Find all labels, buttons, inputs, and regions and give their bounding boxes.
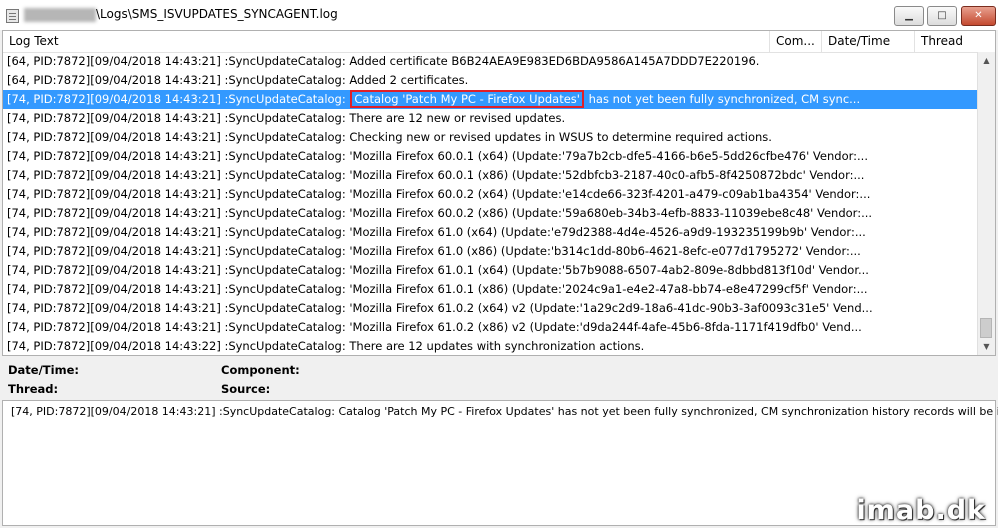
log-list[interactable]: Log Text Com... Date/Time Thread [64, PI… [2,30,996,356]
log-row[interactable]: [64, PID:7872][09/04/2018 14:43:21] :Syn… [3,52,979,71]
scroll-thumb[interactable] [980,318,992,338]
detail-text: [74, PID:7872][09/04/2018 14:43:21] :Syn… [11,405,998,418]
window-title: \Logs\SMS_ISVUPDATES_SYNCAGENT.log [96,7,338,21]
log-row[interactable]: [74, PID:7872][09/04/2018 14:43:21] :Syn… [3,185,979,204]
column-header-thread[interactable]: Thread [915,31,979,52]
detail-pane[interactable]: [74, PID:7872][09/04/2018 14:43:21] :Syn… [2,400,998,526]
log-row[interactable]: [74, PID:7872][09/04/2018 14:43:21] :Syn… [3,223,979,242]
highlighted-catalog-text: Catalog 'Patch My PC - Firefox Updates' [350,90,584,108]
row-suffix: has not yet been fully synchronized, CM … [588,92,861,106]
column-header-component[interactable]: Com... [770,31,822,52]
watermark: imab.dk [856,495,986,526]
log-file-icon [6,9,19,23]
log-row-selected[interactable]: [74, PID:7872][09/04/2018 14:43:21] :Syn… [3,90,979,109]
log-row[interactable]: [74, PID:7872][09/04/2018 14:43:21] :Syn… [3,128,979,147]
scroll-down-icon[interactable]: ▼ [978,338,995,355]
log-row[interactable]: [74, PID:7872][09/04/2018 14:43:22] :Syn… [3,337,979,355]
title-bar: \Logs\SMS_ISVUPDATES_SYNCAGENT.log ▁ □ ✕ [0,0,998,30]
log-row[interactable]: [74, PID:7872][09/04/2018 14:43:21] :Syn… [3,242,979,261]
row-prefix: [74, PID:7872][09/04/2018 14:43:21] :Syn… [7,92,346,106]
log-row[interactable]: [74, PID:7872][09/04/2018 14:43:21] :Syn… [3,280,979,299]
scroll-up-icon[interactable]: ▲ [978,52,995,69]
log-rows: [64, PID:7872][09/04/2018 14:43:21] :Syn… [3,52,979,355]
redacted-path [24,8,96,22]
component-label: Component: [221,363,300,377]
log-row[interactable]: [74, PID:7872][09/04/2018 14:43:21] :Syn… [3,166,979,185]
column-header-datetime[interactable]: Date/Time [822,31,915,52]
log-row[interactable]: [74, PID:7872][09/04/2018 14:43:21] :Syn… [3,318,979,337]
column-header-log-text[interactable]: Log Text [3,31,770,52]
log-row[interactable]: [74, PID:7872][09/04/2018 14:43:21] :Syn… [3,204,979,223]
log-row[interactable]: [74, PID:7872][09/04/2018 14:43:21] :Syn… [3,109,979,128]
log-row[interactable]: [74, PID:7872][09/04/2018 14:43:21] :Syn… [3,147,979,166]
log-row[interactable]: [64, PID:7872][09/04/2018 14:43:21] :Syn… [3,71,979,90]
datetime-label: Date/Time: [8,363,79,377]
thread-label: Thread: [8,382,59,396]
log-row[interactable]: [74, PID:7872][09/04/2018 14:43:21] :Syn… [3,261,979,280]
source-label: Source: [221,382,271,396]
close-button[interactable]: ✕ [961,6,996,26]
minimize-button[interactable]: ▁ [894,6,924,26]
vertical-scrollbar[interactable]: ▲ ▼ [977,52,995,355]
log-row[interactable]: [74, PID:7872][09/04/2018 14:43:21] :Syn… [3,299,979,318]
list-header: Log Text Com... Date/Time Thread [3,31,979,53]
properties-panel: Date/Time: Component: Thread: Source: [0,356,998,400]
maximize-button[interactable]: □ [927,6,957,26]
